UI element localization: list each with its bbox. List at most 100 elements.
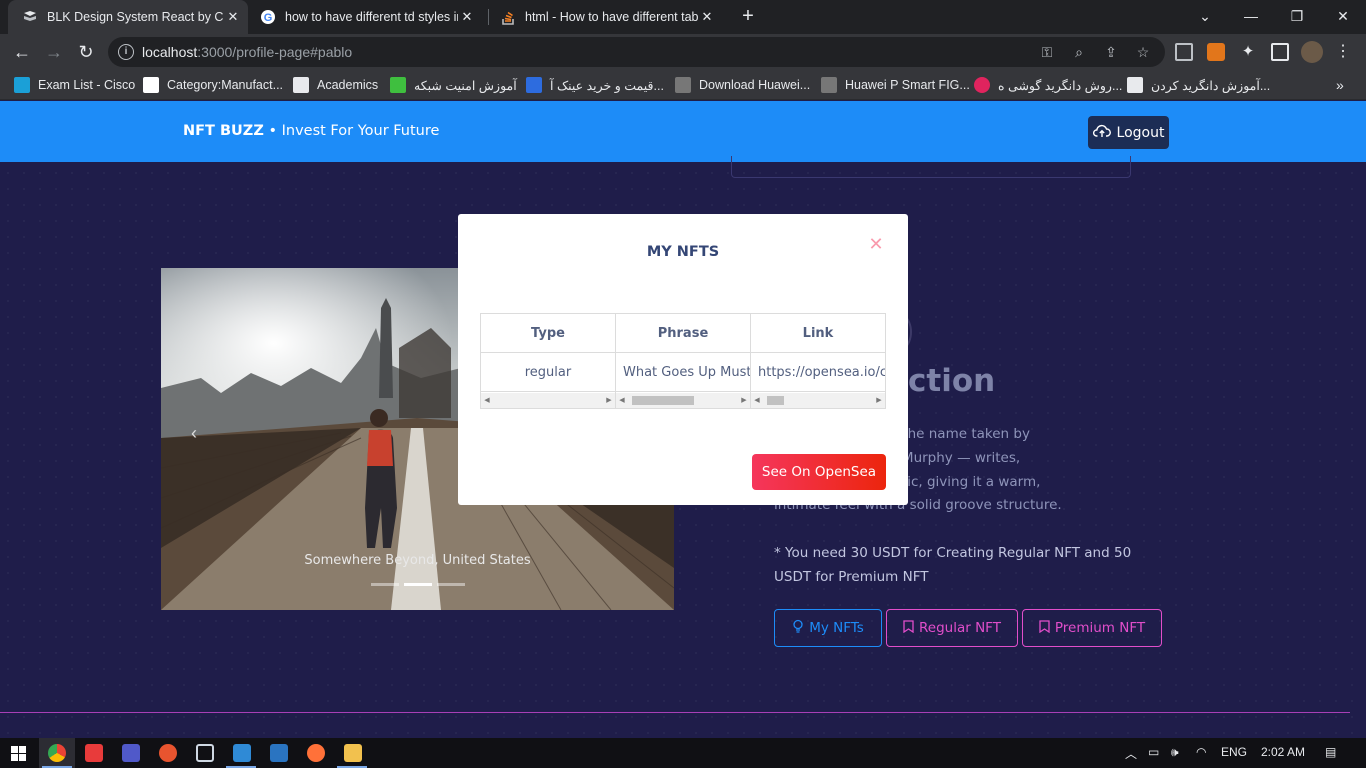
table-cell[interactable]: https://opensea.io/c (751, 353, 885, 392)
scrollbar-thumb[interactable] (767, 396, 784, 405)
bookmark-item[interactable]: آموزش دانگرید کردن... (1127, 76, 1270, 94)
table-header: Link (751, 314, 885, 353)
profile-page: NFT BUZZ • Invest For Your Future Logout (0, 101, 1366, 738)
scroll-right-icon[interactable]: ▶ (873, 393, 885, 408)
firefox-taskbar-icon[interactable] (307, 744, 325, 762)
profile-avatar[interactable] (1301, 41, 1323, 63)
recorder-taskbar-icon[interactable] (85, 744, 103, 762)
key-icon[interactable]: ⚿ (1038, 43, 1056, 61)
more-bookmarks-icon[interactable]: » (1336, 76, 1344, 94)
table-header: Phrase (616, 314, 750, 353)
security-site-icon (390, 77, 406, 93)
qr-extension-icon[interactable] (1175, 43, 1193, 61)
my-nfts-modal: MY NFTS ✕ Type regular ◀ ▶ Phrase What G… (458, 214, 908, 505)
restore-icon[interactable]: ❐ (1274, 0, 1320, 34)
tab-separator (488, 9, 489, 25)
metamask-icon[interactable] (1207, 43, 1225, 61)
close-window-icon[interactable]: ✕ (1320, 0, 1366, 34)
browser-tab-strip: BLK Design System React by Creat ✕ G how… (0, 0, 1366, 34)
minimize-icon[interactable]: — (1228, 0, 1274, 34)
horizontal-scrollbar[interactable]: ◀ ▶ (751, 393, 885, 408)
extensions-puzzle-icon[interactable]: ✦ (1239, 43, 1257, 61)
language-indicator[interactable]: ENG (1221, 745, 1247, 759)
cisco-icon (14, 77, 30, 93)
scroll-left-icon[interactable]: ◀ (481, 393, 493, 408)
site-info-icon[interactable]: i (118, 44, 134, 60)
back-icon[interactable]: ← (8, 38, 36, 66)
table-cell: What Goes Up Must (616, 353, 750, 392)
downgrade-site-icon (1127, 77, 1143, 93)
file-explorer-taskbar-icon[interactable] (344, 744, 362, 762)
horizontal-scrollbar[interactable]: ◀ ▶ (616, 393, 750, 408)
wikipedia-icon (143, 77, 159, 93)
close-tab-icon[interactable]: ✕ (224, 9, 242, 25)
virtualbox-taskbar-icon[interactable] (196, 744, 214, 762)
bookmark-item[interactable]: روش دانگرید گوشی ه... (974, 76, 1122, 94)
bookmark-item[interactable]: Academics (293, 76, 378, 94)
new-tab-icon[interactable]: + (737, 5, 759, 27)
huawei-icon (675, 77, 691, 93)
scroll-left-icon[interactable]: ◀ (616, 393, 628, 408)
chrome-taskbar-icon[interactable] (48, 744, 66, 762)
tab-title: BLK Design System React by Creat (47, 10, 224, 24)
address-bar[interactable]: i localhost:3000/profile-page#pablo ⚿ ⌕ … (108, 37, 1165, 67)
bookmark-item[interactable]: آموزش امنیت شبکه (390, 76, 517, 94)
url-text[interactable]: localhost:3000/profile-page#pablo (142, 44, 352, 60)
tab-google-search[interactable]: G how to have different td styles in ✕ (250, 0, 482, 34)
huawei-firmware-icon (821, 77, 837, 93)
blk-favicon-icon (22, 9, 38, 25)
bookmark-item[interactable]: Category:Manufact... (143, 76, 283, 94)
bookmark-item[interactable]: Huawei P Smart FIG... (821, 76, 970, 94)
vscode-taskbar-icon[interactable] (233, 744, 251, 762)
google-icon: G (260, 9, 276, 25)
forward-icon[interactable]: → (40, 38, 68, 66)
clock[interactable]: 2:02 AM (1261, 745, 1305, 759)
glasses-site-icon (526, 77, 542, 93)
horizontal-scrollbar[interactable]: ◀ ▶ (481, 393, 615, 408)
scroll-right-icon[interactable]: ▶ (738, 393, 750, 408)
reload-icon[interactable]: ↻ (72, 38, 100, 66)
scroll-right-icon[interactable]: ▶ (603, 393, 615, 408)
close-tab-icon[interactable]: ✕ (458, 9, 476, 25)
nfts-table: Type regular ◀ ▶ Phrase What Goes Up Mus… (480, 313, 886, 409)
stackoverflow-icon (500, 9, 516, 25)
zoom-icon[interactable]: ⌕ (1070, 43, 1088, 61)
browser-toolbar: ← → ↻ i localhost:3000/profile-page#pabl… (0, 34, 1366, 70)
obs-taskbar-icon[interactable] (159, 744, 177, 762)
scholar-icon (293, 77, 309, 93)
notifications-icon[interactable]: ▤ (1325, 745, 1336, 759)
table-column-link: Link https://opensea.io/c ◀ ▶ (751, 314, 885, 408)
see-on-opensea-button[interactable]: See On OpenSea (752, 454, 886, 490)
side-panel-icon[interactable] (1271, 43, 1289, 61)
windows-taskbar: ︿ ▭ 🕪 ◠ ENG 2:02 AM ▤ (0, 738, 1366, 768)
svg-text:G: G (264, 12, 273, 24)
table-header: Type (481, 314, 615, 353)
table-column-type: Type regular ◀ ▶ (481, 314, 616, 408)
close-icon[interactable]: ✕ (866, 234, 886, 254)
volume-icon[interactable]: 🕪 (1171, 745, 1179, 760)
modal-title: MY NFTS (646, 244, 720, 260)
tab-title: how to have different td styles in (285, 10, 458, 24)
tab-stackoverflow[interactable]: html - How to have different tabl ✕ (490, 0, 722, 34)
browser-menu-icon[interactable]: ⋮ (1334, 43, 1352, 61)
teams-taskbar-icon[interactable] (122, 744, 140, 762)
bookmark-star-icon[interactable]: ☆ (1134, 43, 1152, 61)
bookmark-item[interactable]: قیمت و خرید عینک آ... (526, 76, 664, 94)
close-tab-icon[interactable]: ✕ (698, 9, 716, 25)
app-taskbar-icon[interactable] (270, 744, 288, 762)
tab-title: html - How to have different tabl (525, 10, 698, 24)
dribbble-icon (974, 77, 990, 93)
scroll-left-icon[interactable]: ◀ (751, 393, 763, 408)
tab-blk-design-system[interactable]: BLK Design System React by Creat ✕ (8, 0, 248, 34)
wifi-icon[interactable]: ◠ (1196, 745, 1206, 759)
show-hidden-icons-icon[interactable]: ︿ (1125, 745, 1137, 762)
table-column-phrase: Phrase What Goes Up Must ◀ ▶ (616, 314, 751, 408)
tab-search-chevron-icon[interactable]: ⌄ (1182, 0, 1228, 34)
battery-icon[interactable]: ▭ (1148, 745, 1159, 759)
scrollbar-thumb[interactable] (632, 396, 694, 405)
bookmarks-bar: Exam List - Cisco Category:Manufact... A… (0, 70, 1366, 100)
share-icon[interactable]: ⇪ (1102, 43, 1120, 61)
bookmark-item[interactable]: Exam List - Cisco (14, 76, 135, 94)
windows-start-icon[interactable] (11, 746, 26, 766)
bookmark-item[interactable]: Download Huawei... (675, 76, 810, 94)
